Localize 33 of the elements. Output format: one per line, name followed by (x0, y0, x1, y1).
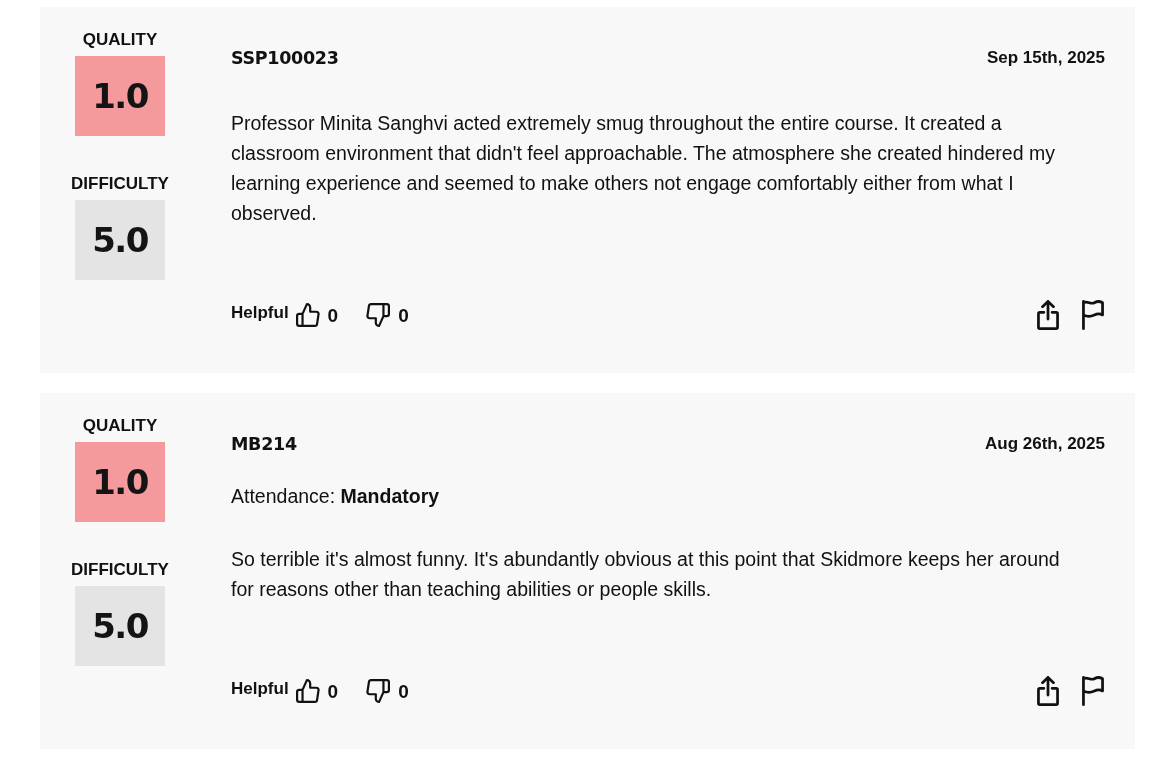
helpful-label: Helpful (231, 679, 289, 699)
rating-label: QUALITY (82, 416, 158, 436)
review-date: Aug 26th, 2025 (985, 434, 1105, 454)
rating-score: 1.0 (75, 56, 165, 136)
review-comment: So terrible it's almost funny. It's abundantly obvious at this point that Skidmore keeps her around for reasons other than teaching abilities or people skills. (231, 547, 1061, 602)
share-icon (1036, 300, 1060, 330)
thumbs-down-icon (366, 679, 391, 703)
thumbs-down-icon (366, 303, 391, 327)
helpful-label: Helpful (231, 303, 289, 323)
course-code: MB214 (231, 434, 297, 454)
flag-icon (1081, 676, 1105, 706)
rating-label: DIFFICULTY (71, 560, 169, 580)
course-code: SSP100023 (231, 48, 339, 68)
share-icon (1036, 676, 1060, 706)
review-comment: Professor Minita Sanghvi acted extremely smug throughout the entire course. It created a classroom environment that didn't feel approachable. The atmosphere she created hindered my learning experience and seemed to make others not engage comfortably either from what I observed. (231, 111, 1056, 226)
thumbs-down-button[interactable]: 0 (366, 303, 409, 327)
attendance-text: Attendance: Mandatory (231, 484, 441, 509)
rating-score: 1.0 (75, 442, 165, 522)
rating-score: 5.0 (75, 200, 165, 280)
rating-label: QUALITY (82, 30, 158, 50)
rating-label: DIFFICULTY (71, 174, 169, 194)
report-button[interactable] (1081, 676, 1105, 706)
thumbs-down-button[interactable]: 0 (366, 679, 409, 703)
thumbs-up-icon (295, 303, 320, 327)
review-date: Sep 15th, 2025 (986, 48, 1105, 68)
report-button[interactable] (1081, 300, 1105, 330)
share-button[interactable] (1036, 676, 1060, 706)
thumbs-up-button[interactable]: 0 (295, 679, 339, 703)
flag-icon (1081, 300, 1105, 330)
rating-score: 5.0 (75, 586, 165, 666)
share-button[interactable] (1036, 300, 1060, 330)
thumbs-up-button[interactable]: 0 (295, 303, 339, 327)
thumbs-up-icon (295, 679, 320, 703)
